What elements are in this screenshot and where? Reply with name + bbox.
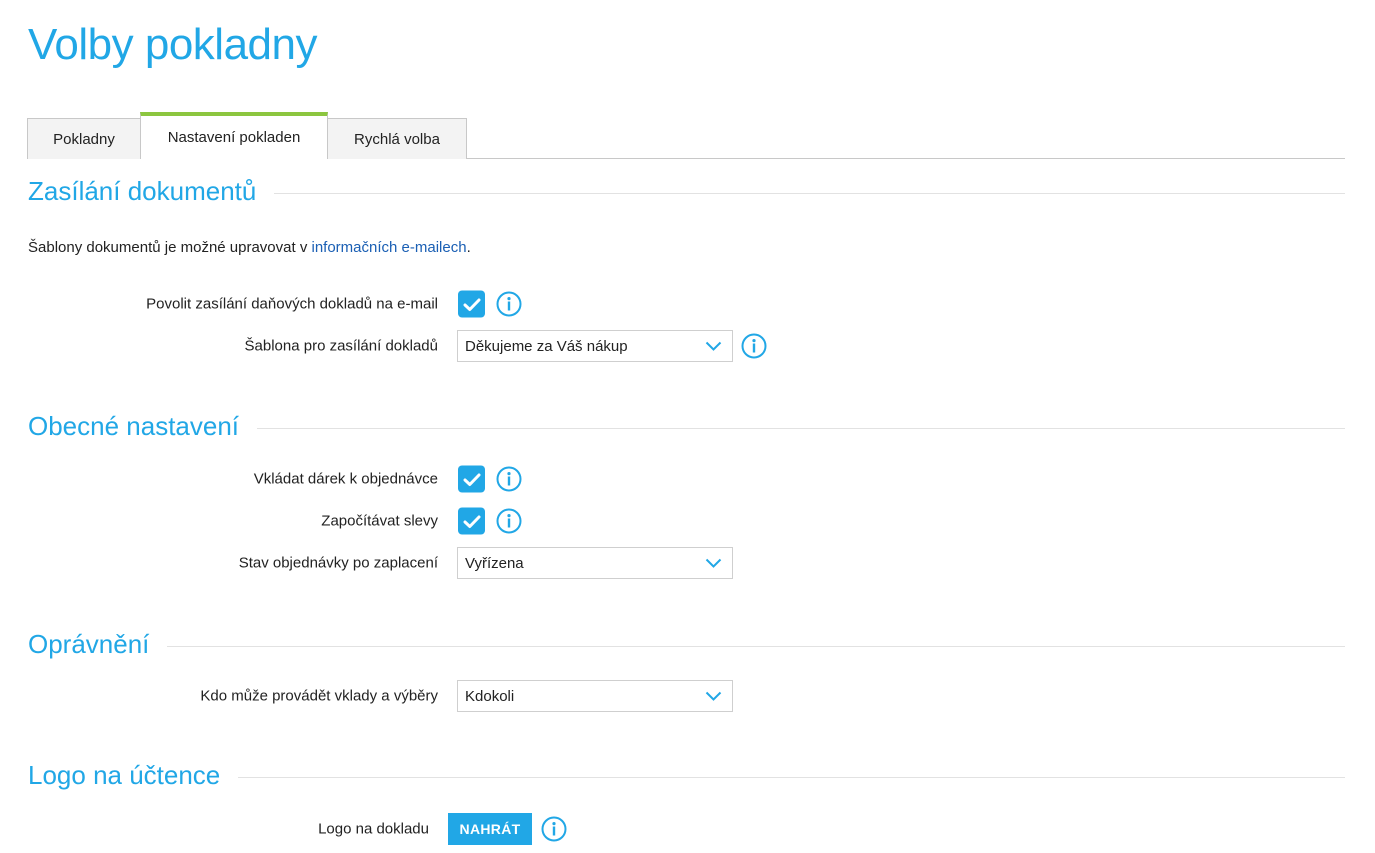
row-logo: Logo na dokladu NAHRÁT — [0, 813, 900, 845]
row-discounts: Započítávat slevy — [0, 505, 900, 537]
row-template: Šablona pro zasílání dokladů Děkujeme za… — [0, 330, 900, 362]
section-divider — [238, 776, 1345, 778]
section-divider — [274, 192, 1345, 194]
check-icon — [463, 473, 480, 486]
section-permissions-title: Oprávnění — [28, 628, 150, 659]
section-divider — [257, 427, 1345, 429]
order-status-label: Stav objednávky po zaplacení — [238, 554, 438, 572]
section-general-header: Obecné nastavení — [28, 409, 1345, 443]
row-allow-email: Povolit zasílání daňových dokladů na e-m… — [0, 288, 900, 320]
info-emails-link[interactable]: informačních e-mailech — [312, 239, 467, 256]
allow-email-checkbox[interactable] — [458, 290, 485, 318]
deposits-select-value: Kdokoli — [465, 687, 515, 705]
tab-pokladny[interactable]: Pokladny — [27, 118, 141, 159]
chevron-down-icon — [705, 558, 722, 568]
check-icon — [463, 298, 480, 311]
section-general-title: Obecné nastavení — [28, 410, 240, 441]
section-documents-header: Zasílání dokumentů — [28, 174, 1345, 208]
section-divider — [167, 645, 1345, 647]
gift-label: Vkládat dárek k objednávce — [253, 470, 438, 488]
tab-rychla-volba[interactable]: Rychlá volba — [327, 118, 467, 159]
info-text-prefix: Šablony dokumentů je možné upravovat v — [28, 239, 312, 256]
row-deposits: Kdo může provádět vklady a výběry Kdokol… — [0, 680, 900, 712]
deposits-select[interactable]: Kdokoli — [457, 680, 733, 712]
section-documents-title: Zasílání dokumentů — [28, 175, 257, 206]
order-status-select-value: Vyřízena — [465, 554, 524, 572]
section-logo-title: Logo na účtence — [28, 759, 221, 790]
info-text-suffix: . — [466, 239, 471, 256]
page-title: Volby pokladny — [28, 20, 318, 69]
tab-bar: Pokladny Nastavení pokladen Rychlá volba — [27, 112, 1345, 160]
template-select-value: Děkujeme za Váš nákup — [465, 337, 628, 355]
info-icon[interactable] — [541, 816, 567, 842]
chevron-down-icon — [705, 691, 722, 701]
info-icon[interactable] — [741, 333, 767, 359]
section-logo-header: Logo na účtence — [28, 758, 1345, 792]
info-icon[interactable] — [496, 508, 522, 534]
discounts-checkbox[interactable] — [458, 507, 485, 535]
info-icon[interactable] — [496, 466, 522, 492]
gift-checkbox[interactable] — [458, 465, 485, 493]
allow-email-label: Povolit zasílání daňových dokladů na e-m… — [146, 295, 438, 313]
tab-nastaveni-pokladen[interactable]: Nastavení pokladen — [140, 112, 328, 160]
check-icon — [463, 515, 480, 528]
discounts-label: Započítávat slevy — [321, 512, 438, 530]
order-status-select[interactable]: Vyřízena — [457, 547, 733, 579]
documents-info-text: Šablony dokumentů je možné upravovat v i… — [28, 239, 471, 256]
logo-label: Logo na dokladu — [318, 820, 429, 838]
row-order-status: Stav objednávky po zaplacení Vyřízena — [0, 547, 900, 579]
deposits-label: Kdo může provádět vklady a výběry — [200, 687, 438, 705]
row-gift: Vkládat dárek k objednávce — [0, 463, 900, 495]
info-icon[interactable] — [496, 291, 522, 317]
template-select[interactable]: Děkujeme za Váš nákup — [457, 330, 733, 362]
section-permissions-header: Oprávnění — [28, 627, 1345, 661]
template-label: Šablona pro zasílání dokladů — [244, 337, 438, 355]
chevron-down-icon — [705, 341, 722, 351]
upload-button[interactable]: NAHRÁT — [448, 813, 532, 845]
